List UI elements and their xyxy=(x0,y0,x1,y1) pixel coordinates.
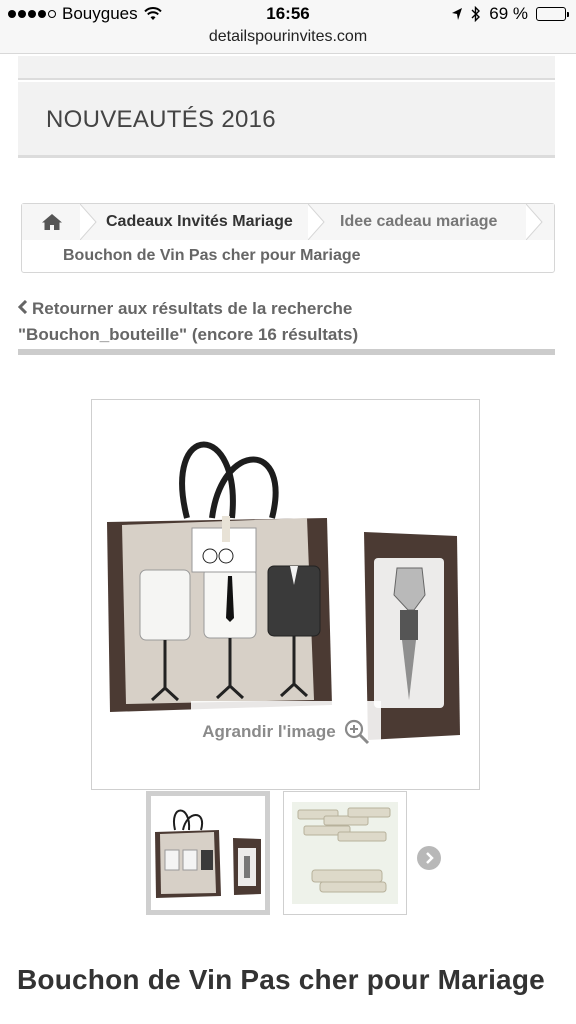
news-title: NOUVEAUTÉS 2016 xyxy=(46,106,276,133)
battery-icon xyxy=(536,7,569,21)
zoom-image-button[interactable]: Agrandir l'image xyxy=(191,701,381,762)
location-arrow-icon xyxy=(452,8,463,20)
zoom-label: Agrandir l'image xyxy=(202,721,336,741)
back-to-results-link[interactable]: Retourner aux résultats de la recherche … xyxy=(18,296,555,348)
top-menu-strip xyxy=(18,56,555,80)
product-title: Bouchon de Vin Pas cher pour Mariage xyxy=(17,964,545,995)
chevron-left-icon xyxy=(18,300,28,314)
breadcrumb-item-idee-cadeau[interactable]: Idee cadeau mariage xyxy=(340,213,497,231)
breadcrumb-separator xyxy=(526,204,543,240)
breadcrumb-separator xyxy=(80,204,97,240)
status-right: 69 % xyxy=(451,4,569,24)
breadcrumb-current: Bouchon de Vin Pas cher pour Mariage xyxy=(63,247,361,264)
news-banner[interactable]: NOUVEAUTÉS 2016 xyxy=(18,82,555,158)
next-thumbnail-button[interactable] xyxy=(417,846,441,870)
url-bar[interactable]: detailspourinvites.com xyxy=(0,26,576,54)
zoom-in-icon xyxy=(344,719,369,744)
chevron-right-icon xyxy=(426,852,434,864)
breadcrumb-separator xyxy=(308,204,325,240)
breadcrumb-item-cadeaux-invites[interactable]: Cadeaux Invités Mariage xyxy=(106,213,293,231)
breadcrumb: Cadeaux Invités Mariage Idee cadeau mari… xyxy=(21,203,555,273)
thumbnail-image xyxy=(155,809,261,898)
main-product-image[interactable]: Agrandir l'image xyxy=(91,399,480,790)
back-link-line1: Retourner aux résultats de la recherche xyxy=(32,299,353,318)
bluetooth-icon xyxy=(471,6,481,22)
thumbnail-gift-bag-set[interactable] xyxy=(146,791,270,915)
url-text: detailspourinvites.com xyxy=(208,28,368,45)
home-icon xyxy=(42,214,62,230)
battery-percent: 69 % xyxy=(489,4,528,23)
divider xyxy=(18,349,555,355)
back-link-line2: "Bouchon_bouteille" (encore 16 résultats… xyxy=(18,325,359,344)
breadcrumb-home[interactable] xyxy=(22,204,82,240)
thumbnail-clothespins[interactable] xyxy=(283,791,407,915)
thumbnail-image xyxy=(292,802,398,904)
